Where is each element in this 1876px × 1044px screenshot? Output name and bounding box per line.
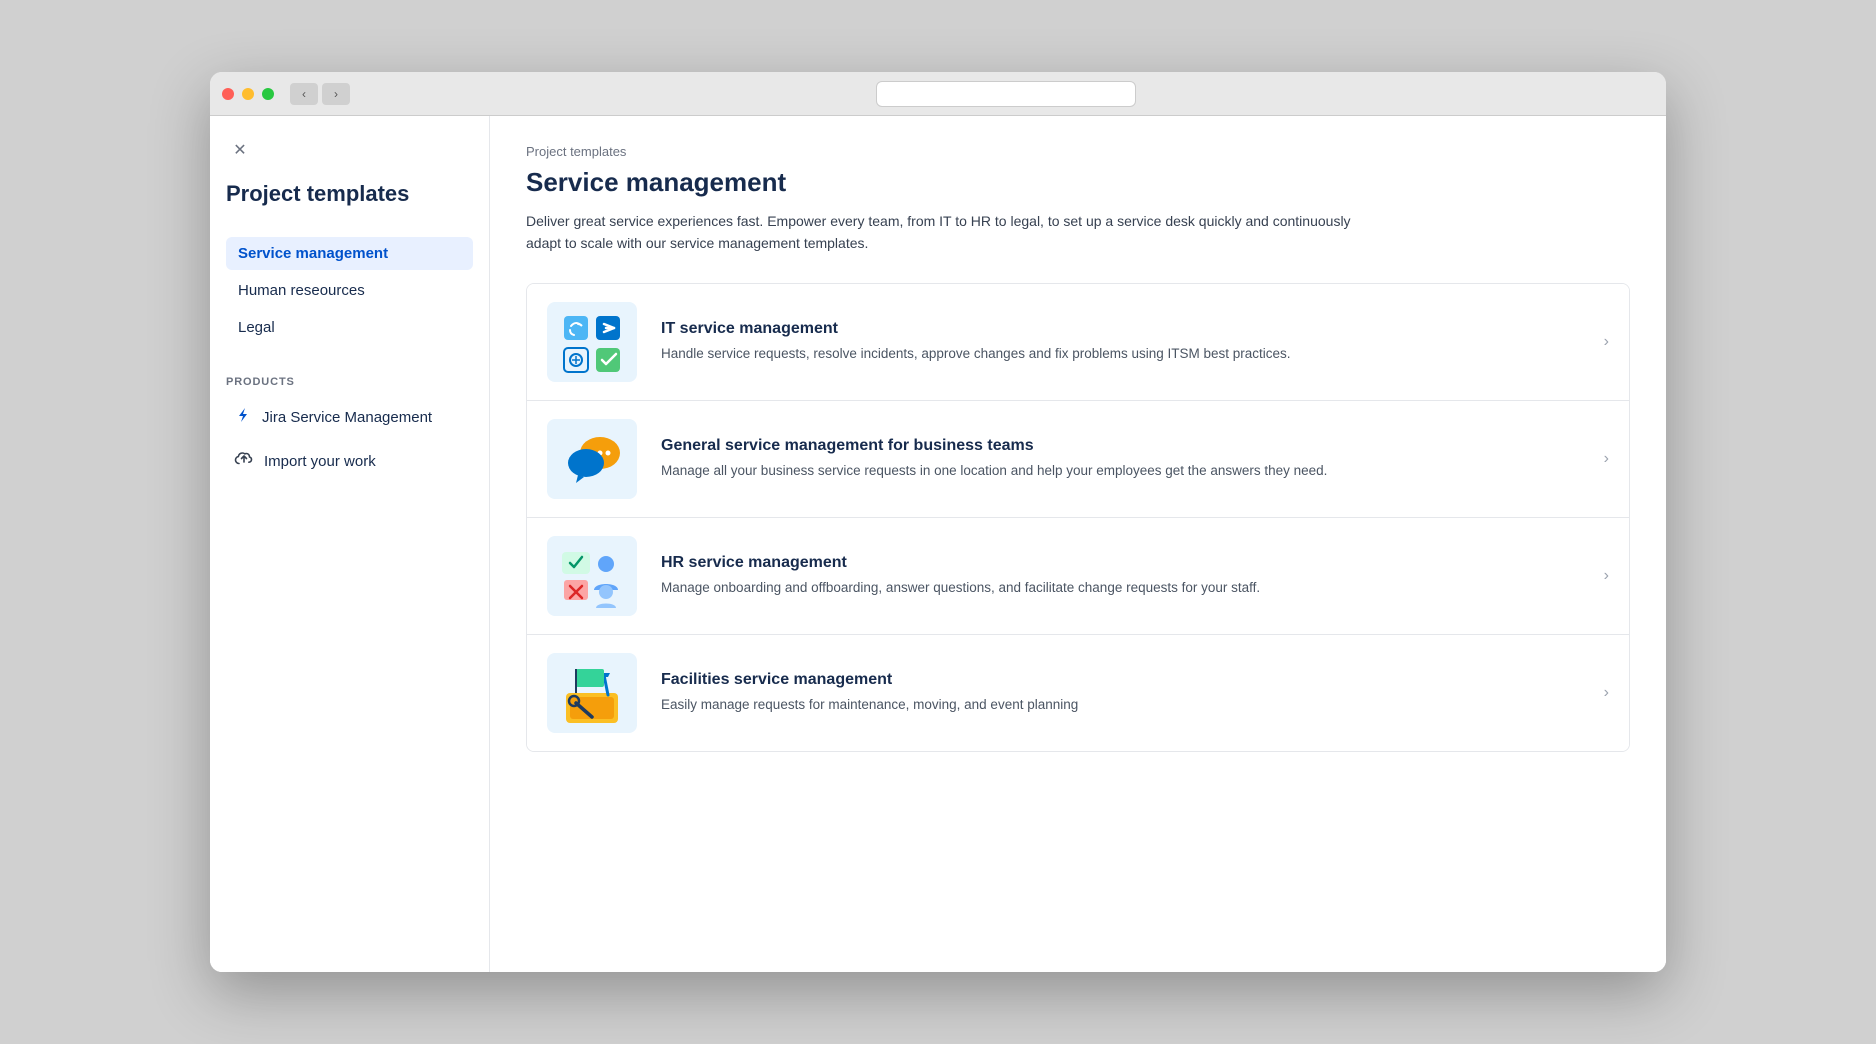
template-icon-it: [547, 302, 637, 382]
template-card-facilities-service-management[interactable]: Facilities service management Easily man…: [527, 635, 1629, 751]
template-name-general: General service management for business …: [661, 437, 1588, 455]
lightning-icon: [234, 406, 252, 429]
chevron-right-icon-2: ›: [1604, 450, 1609, 468]
sidebar: ✕ Project templates Service management H…: [210, 116, 490, 972]
chevron-right-icon-3: ›: [1604, 567, 1609, 585]
sidebar-item-legal[interactable]: Legal: [226, 311, 473, 344]
breadcrumb: Project templates: [526, 144, 1630, 159]
template-card-general-service-management[interactable]: General service management for business …: [527, 401, 1629, 518]
url-bar[interactable]: [876, 81, 1136, 107]
template-text-facilities: Facilities service management Easily man…: [661, 671, 1588, 715]
back-button[interactable]: ‹: [290, 83, 318, 105]
template-desc-facilities: Easily manage requests for maintenance, …: [661, 695, 1588, 715]
minimize-window-button[interactable]: [242, 88, 254, 100]
template-name-facilities: Facilities service management: [661, 671, 1588, 689]
template-name-hr: HR service management: [661, 554, 1588, 572]
app-window: ‹ › ✕ Project templates Service manageme…: [210, 72, 1666, 972]
template-icon-hr: [547, 536, 637, 616]
titlebar-center: [358, 81, 1654, 107]
products-section-label: PRODUCTS: [226, 376, 473, 388]
template-name-it: IT service management: [661, 320, 1588, 338]
template-desc-general: Manage all your business service request…: [661, 461, 1588, 481]
template-desc-it: Handle service requests, resolve inciden…: [661, 344, 1588, 364]
sidebar-item-jira-service-management[interactable]: Jira Service Management: [226, 400, 473, 435]
nav-buttons: ‹ ›: [290, 83, 350, 105]
chevron-right-icon: ›: [1604, 333, 1609, 351]
page-title: Service management: [526, 167, 1630, 198]
template-text-hr: HR service management Manage onboarding …: [661, 554, 1588, 598]
sidebar-nav: Service management Human reseources Lega…: [226, 237, 473, 344]
template-text-general: General service management for business …: [661, 437, 1588, 481]
close-window-button[interactable]: [222, 88, 234, 100]
template-icon-facilities: [547, 653, 637, 733]
template-text-it: IT service management Handle service req…: [661, 320, 1588, 364]
template-card-it-service-management[interactable]: IT service management Handle service req…: [527, 284, 1629, 401]
template-desc-hr: Manage onboarding and offboarding, answe…: [661, 578, 1588, 598]
main-content: Project templates Service management Del…: [490, 116, 1666, 972]
sidebar-item-human-resources[interactable]: Human reseources: [226, 274, 473, 307]
sidebar-item-service-management[interactable]: Service management: [226, 237, 473, 270]
template-icon-general: [547, 419, 637, 499]
cloud-upload-icon: [234, 449, 254, 474]
chevron-right-icon-4: ›: [1604, 684, 1609, 702]
sidebar-item-import-your-work[interactable]: Import your work: [226, 443, 473, 480]
template-card-hr-service-management[interactable]: HR service management Manage onboarding …: [527, 518, 1629, 635]
page-description: Deliver great service experiences fast. …: [526, 210, 1386, 255]
forward-button[interactable]: ›: [322, 83, 350, 105]
sidebar-close-button[interactable]: ✕: [226, 136, 254, 164]
titlebar: ‹ ›: [210, 72, 1666, 116]
template-list: IT service management Handle service req…: [526, 283, 1630, 752]
sidebar-title: Project templates: [226, 180, 473, 209]
content-area: ✕ Project templates Service management H…: [210, 116, 1666, 972]
maximize-window-button[interactable]: [262, 88, 274, 100]
